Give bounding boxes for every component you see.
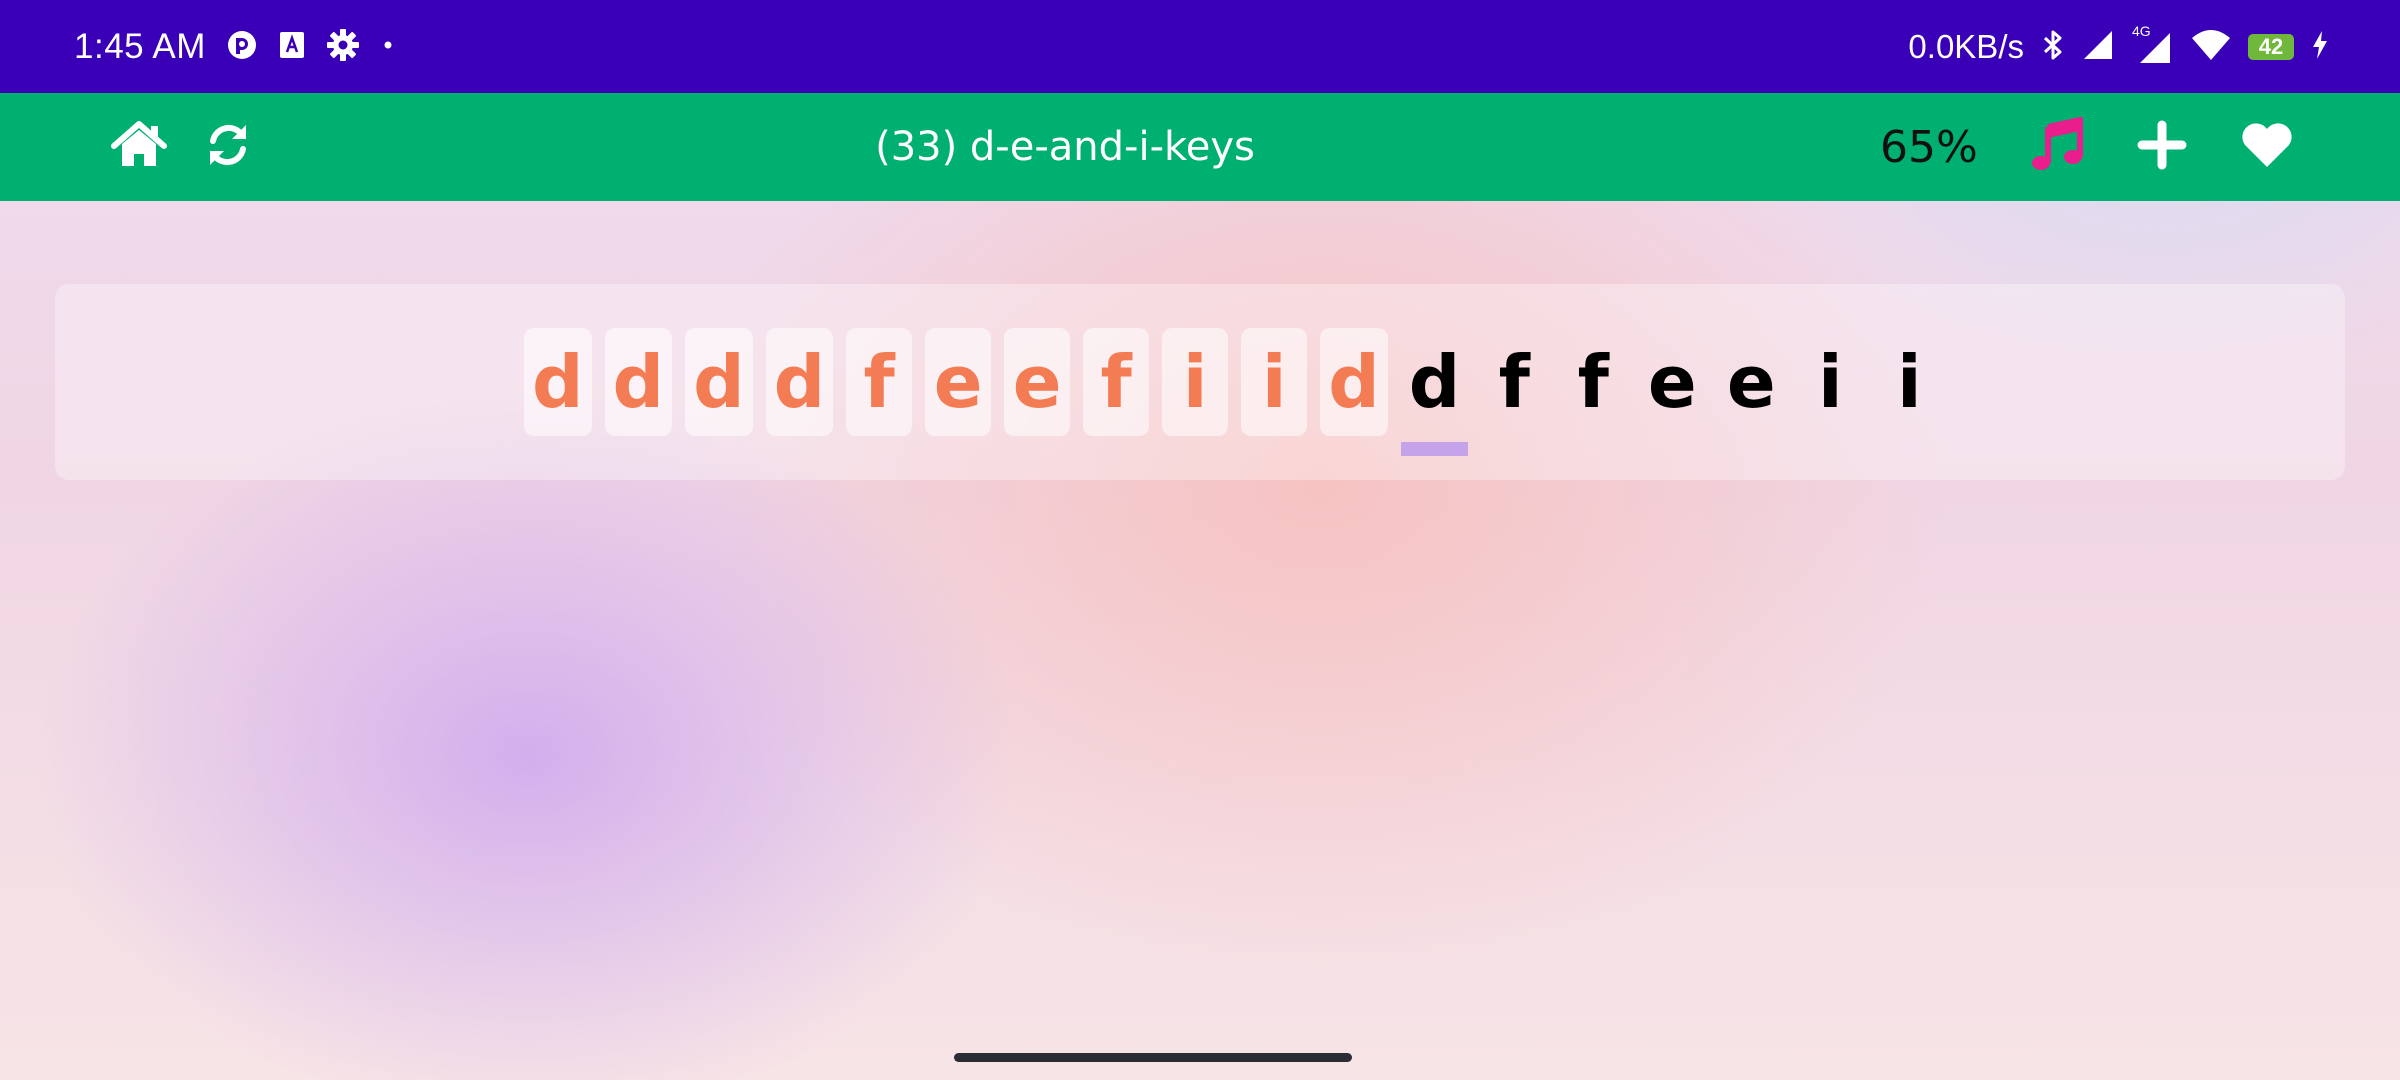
typed-char: f: [1083, 328, 1150, 436]
typed-char: d: [604, 328, 673, 436]
favorite-button[interactable]: [2236, 93, 2298, 201]
lesson-title: (33) d-e-and-i-keys: [875, 124, 1255, 170]
net-speed: 0.0KB/s: [1908, 27, 2024, 65]
signal-4g-icon: 4G: [2132, 23, 2174, 65]
typed-char: d: [524, 328, 592, 436]
signal-icon: [2082, 29, 2116, 65]
lesson-toolbar: (33) d-e-and-i-keys 65%: [0, 93, 2400, 201]
charging-icon: [2310, 29, 2330, 65]
typed-char: e: [1004, 328, 1071, 436]
pending-char: f: [1577, 340, 1609, 424]
music-icon: [2030, 116, 2086, 177]
typed-char: f: [846, 328, 913, 436]
status-bar-right: 0.0KB/s 4G 42: [1908, 0, 2330, 93]
status-bar: 1:45 AM 0.0KB/s 4G 42: [0, 0, 2400, 93]
typed-char: i: [1241, 328, 1308, 436]
status-bar-left: 1:45 AM: [74, 0, 396, 93]
character-sequence: d d d d f e e f i i d d f f e e i i: [524, 328, 1942, 456]
progress-percent: 65%: [1880, 121, 1978, 173]
gesture-home-bar[interactable]: [954, 1053, 1352, 1062]
typed-char: d: [1320, 328, 1388, 436]
pending-char: e: [1647, 340, 1697, 424]
typed-char: i: [1162, 328, 1229, 436]
settings-icon: [326, 28, 360, 66]
add-button[interactable]: [2132, 93, 2192, 201]
pending-char: f: [1498, 340, 1530, 424]
app-notification-icon: [226, 29, 258, 65]
bluetooth-icon: [2040, 28, 2066, 66]
battery-indicator: 42: [2248, 33, 2294, 60]
network-type-label: 4G: [2132, 22, 2151, 39]
current-char: d: [1400, 328, 1469, 456]
music-button[interactable]: [2026, 93, 2090, 201]
typed-char: d: [765, 328, 834, 436]
pending-char: i: [1896, 340, 1922, 424]
typed-char: d: [685, 328, 753, 436]
pending-char: e: [1726, 340, 1776, 424]
heart-icon: [2240, 121, 2294, 173]
wifi-icon: [2190, 28, 2232, 66]
typing-panel: d d d d f e e f i i d d f f e e i i: [55, 284, 2345, 480]
pending-char: i: [1817, 340, 1843, 424]
dot-icon: [380, 37, 396, 57]
font-app-icon: [278, 30, 306, 64]
status-time: 1:45 AM: [74, 26, 206, 66]
typed-char: e: [925, 328, 992, 436]
plus-icon: [2137, 120, 2187, 174]
